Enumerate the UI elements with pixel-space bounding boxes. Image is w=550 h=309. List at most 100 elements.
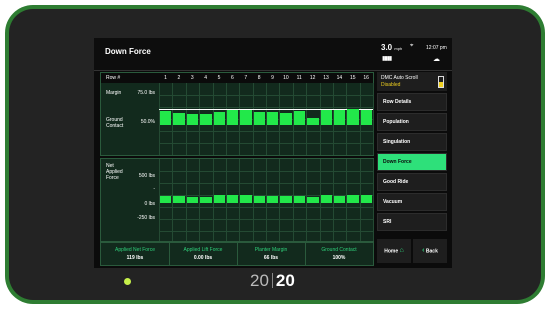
summary-lift-force: Applied Lift Force 0.00 lbs bbox=[169, 243, 238, 265]
net-force-bar[interactable] bbox=[186, 197, 199, 203]
net-force-bar[interactable] bbox=[200, 197, 212, 203]
margin-bar[interactable] bbox=[213, 112, 225, 125]
row-number[interactable]: 6 bbox=[226, 75, 239, 81]
row-chart-area: Row # 1 2 3 4 5 6 7 8 9 10 11 12 13 14 15 16 Margin 75.… bbox=[100, 72, 374, 242]
net-force-panel: Net Applied Force 500 lbs - 0 lbs -250 l… bbox=[100, 158, 374, 242]
row-header-label: Row # bbox=[106, 75, 121, 81]
margin-bar[interactable] bbox=[307, 118, 319, 125]
net-force-bar[interactable] bbox=[320, 195, 332, 203]
net-force-bar[interactable] bbox=[293, 196, 306, 203]
chevron-left-icon: ‹ bbox=[422, 247, 425, 254]
row-number[interactable]: 8 bbox=[253, 75, 266, 81]
satellite-icon: ⌖ bbox=[410, 43, 414, 49]
row-number[interactable]: 15 bbox=[346, 75, 359, 81]
menu-singulation[interactable]: Singulation bbox=[377, 133, 447, 151]
margin-target-tick: 75.0 lbs bbox=[137, 90, 155, 96]
tick-zero: 0 lbs bbox=[144, 201, 155, 207]
row-number[interactable]: 9 bbox=[266, 75, 279, 81]
clock: 12:07 pm bbox=[426, 45, 447, 51]
net-force-bar[interactable] bbox=[347, 195, 359, 203]
margin-bar[interactable] bbox=[293, 111, 306, 125]
net-force-bar[interactable] bbox=[333, 196, 346, 203]
margin-bar[interactable] bbox=[226, 110, 239, 125]
margin-bar[interactable] bbox=[320, 110, 332, 125]
ground-contact-label: Ground Contact bbox=[106, 117, 124, 129]
home-icon: ⌂ bbox=[399, 247, 404, 254]
menu-row-details[interactable]: Row Details bbox=[377, 93, 447, 111]
grid-row-line bbox=[159, 231, 373, 232]
row-number[interactable]: 11 bbox=[293, 75, 306, 81]
grid-row-line bbox=[159, 219, 373, 220]
row-number[interactable]: 7 bbox=[239, 75, 252, 81]
net-force-bar[interactable] bbox=[253, 196, 265, 203]
row-number[interactable]: 1 bbox=[159, 75, 172, 81]
net-force-bar[interactable] bbox=[240, 195, 252, 203]
grid-column-line bbox=[373, 159, 374, 241]
net-force-label: Net Applied Force bbox=[106, 163, 123, 181]
margin-bar[interactable] bbox=[200, 114, 212, 125]
summary-ground-contact: Ground Contact 100% bbox=[305, 243, 373, 265]
margin-bar[interactable] bbox=[240, 110, 252, 125]
menu-good-ride[interactable]: Good Ride bbox=[377, 173, 447, 191]
brand-part2: 20 bbox=[275, 271, 295, 290]
row-number[interactable]: 12 bbox=[306, 75, 319, 81]
brand-separator bbox=[271, 273, 273, 288]
margin-bar[interactable] bbox=[253, 112, 265, 125]
margin-label: Margin bbox=[106, 90, 122, 96]
summary-label: Applied Net Force bbox=[114, 247, 156, 253]
menu-down-force[interactable]: Down Force bbox=[377, 153, 447, 171]
signal-icon: ▮▮▮▮ bbox=[382, 56, 392, 62]
grid-row-line bbox=[159, 131, 373, 132]
row-number[interactable]: 13 bbox=[320, 75, 333, 81]
margin-bar[interactable] bbox=[160, 111, 172, 125]
margin-bar[interactable] bbox=[347, 109, 359, 125]
row-number[interactable]: 14 bbox=[333, 75, 346, 81]
page-title: Down Force bbox=[105, 47, 151, 56]
nav-bar: Home ⌂ ‹ Back bbox=[377, 239, 447, 263]
net-force-bar[interactable] bbox=[360, 195, 372, 203]
menu-vacuum[interactable]: Vacuum bbox=[377, 193, 447, 211]
row-number[interactable]: 10 bbox=[279, 75, 292, 81]
margin-bar[interactable] bbox=[173, 113, 185, 125]
row-header: Row # 1 2 3 4 5 6 7 8 9 10 11 12 13 14 15 16 bbox=[101, 73, 373, 83]
brand-logo: 20 20 bbox=[250, 271, 295, 291]
back-label: Back bbox=[425, 248, 438, 255]
grid-row-line bbox=[159, 171, 373, 172]
dmc-auto-scroll[interactable]: DMC Auto Scroll Disabled bbox=[377, 72, 447, 91]
net-force-bar[interactable] bbox=[226, 195, 239, 203]
grid-row-line bbox=[159, 207, 373, 208]
row-number[interactable]: 2 bbox=[172, 75, 185, 81]
menu-population[interactable]: Population bbox=[377, 113, 447, 131]
grid-row-line bbox=[159, 95, 373, 96]
row-number[interactable]: 16 bbox=[360, 75, 373, 81]
net-force-bar[interactable] bbox=[280, 196, 292, 203]
home-label: Home bbox=[384, 248, 399, 255]
margin-grid bbox=[159, 83, 374, 155]
summary-value: 66 lbs bbox=[263, 255, 279, 261]
margin-bar[interactable] bbox=[186, 114, 199, 125]
net-force-bar[interactable] bbox=[173, 196, 185, 203]
home-button[interactable]: Home ⌂ bbox=[377, 239, 411, 263]
margin-bar[interactable] bbox=[267, 112, 279, 125]
row-number[interactable]: 4 bbox=[199, 75, 212, 81]
row-number[interactable]: 3 bbox=[186, 75, 199, 81]
summary-value: 119 lbs bbox=[126, 255, 144, 261]
margin-bar[interactable] bbox=[333, 110, 346, 125]
net-force-bar[interactable] bbox=[213, 195, 225, 203]
back-button[interactable]: ‹ Back bbox=[413, 239, 447, 263]
net-force-bar[interactable] bbox=[160, 196, 172, 203]
net-force-bar[interactable] bbox=[307, 197, 319, 203]
dmc-status: Disabled bbox=[381, 82, 401, 88]
cloud-icon: ☁ bbox=[433, 56, 440, 63]
display-screen: Down Force 3.0 mph ⌖ 12:07 pm ▮▮▮▮ ☁ Row… bbox=[94, 38, 452, 268]
speed-readout: 3.0 mph bbox=[381, 43, 402, 52]
dmc-toggle[interactable] bbox=[438, 76, 444, 88]
summary-value: 0.00 lbs bbox=[193, 255, 213, 261]
row-number[interactable]: 5 bbox=[213, 75, 226, 81]
menu-sri[interactable]: SRI bbox=[377, 213, 447, 231]
margin-bar[interactable] bbox=[360, 110, 372, 125]
net-force-bar[interactable] bbox=[267, 196, 279, 203]
power-led bbox=[124, 278, 131, 285]
margin-bar[interactable] bbox=[280, 113, 292, 125]
tick-mid: - bbox=[153, 186, 155, 192]
